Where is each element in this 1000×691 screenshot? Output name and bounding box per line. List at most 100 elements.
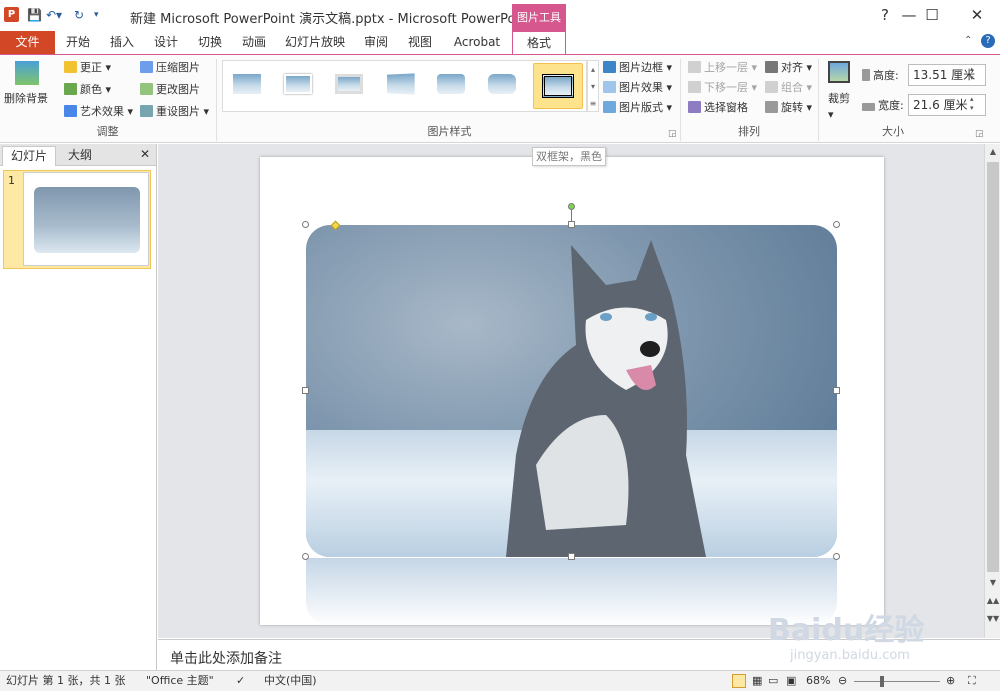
spell-check-icon[interactable]: ✓ <box>236 673 245 689</box>
height-spinner-icon[interactable]: ▴ ▾ <box>970 65 974 83</box>
zoom-in-icon[interactable]: ⊕ <box>946 673 955 689</box>
slide-thumbnail[interactable] <box>23 172 149 266</box>
width-label: 宽度: <box>862 98 904 114</box>
selection-pane-button[interactable]: 选择窗格 <box>688 100 748 116</box>
width-icon <box>862 103 875 111</box>
scroll-down-icon[interactable]: ▼ <box>986 578 1000 587</box>
zoom-slider-track[interactable] <box>854 681 940 682</box>
reset-picture-icon <box>140 105 153 117</box>
bring-forward-icon <box>688 61 701 73</box>
style-thumb[interactable] <box>484 69 520 99</box>
bring-forward-button[interactable]: 上移一层 ▾ <box>688 60 757 76</box>
baidu-watermark: Baidu经验 <box>768 613 925 648</box>
tab-outline[interactable]: 大纲 <box>60 146 100 166</box>
help-circle-icon[interactable]: ? <box>981 34 995 48</box>
send-backward-icon <box>688 81 701 93</box>
resize-handle-e[interactable] <box>833 387 840 394</box>
tab-acrobat[interactable]: Acrobat <box>448 31 506 54</box>
tab-slides[interactable]: 幻灯片 <box>2 146 57 166</box>
tab-home[interactable]: 开始 <box>58 31 98 54</box>
previous-slide-icon[interactable]: ▲▲ <box>986 596 1000 605</box>
maximize-icon[interactable]: ☐ <box>912 3 952 27</box>
style-tooltip: 双框架，黑色 <box>532 147 606 166</box>
notes-placeholder[interactable]: 单击此处添加备注 <box>170 648 282 668</box>
gallery-scroll[interactable]: ▴ ▾ ≡ <box>587 60 599 112</box>
style-thumb[interactable] <box>433 69 469 99</box>
compress-icon <box>140 61 153 73</box>
height-input[interactable]: 13.51 厘米 <box>908 64 986 86</box>
selection-pane-icon <box>688 101 701 113</box>
zoom-out-icon[interactable]: ⊖ <box>838 673 847 689</box>
style-thumb[interactable] <box>280 69 316 99</box>
zoom-level[interactable]: 68% <box>806 673 830 689</box>
save-icon[interactable]: 💾 <box>27 7 42 23</box>
dialog-launcher-icon[interactable]: ◲ <box>668 129 677 139</box>
rotate-icon <box>765 101 778 113</box>
rotation-handle[interactable] <box>568 203 575 210</box>
powerpoint-app-icon[interactable]: P <box>4 7 19 22</box>
tab-file[interactable]: 文件 <box>0 31 55 54</box>
resize-handle-s[interactable] <box>568 553 575 560</box>
tab-slideshow[interactable]: 幻灯片放映 <box>282 31 348 54</box>
width-spinner-icon[interactable]: ▴ ▾ <box>970 95 974 113</box>
vertical-scrollbar[interactable]: ▲ ▼ ▲▲ ▼▼ <box>984 144 1000 638</box>
zoom-slider-thumb[interactable] <box>880 676 884 687</box>
fit-to-window-icon[interactable]: ⛶ <box>968 673 976 689</box>
picture-styles-gallery[interactable] <box>222 60 587 112</box>
style-thumb[interactable] <box>382 69 418 99</box>
crop-button[interactable]: 裁剪 ▾ <box>828 91 850 123</box>
scroll-thumb[interactable] <box>987 162 999 572</box>
redo-icon[interactable]: ↻ <box>74 7 84 23</box>
tab-review[interactable]: 审阅 <box>356 31 396 54</box>
size-dialog-launcher-icon[interactable]: ◲ <box>975 129 984 139</box>
picture-effects-button[interactable]: 图片效果 ▾ <box>603 80 672 96</box>
sun-icon <box>64 61 77 73</box>
tab-design[interactable]: 设计 <box>146 31 186 54</box>
normal-view-icon[interactable] <box>732 674 746 688</box>
picture-layout-button[interactable]: 图片版式 ▾ <box>603 100 672 116</box>
picture-border-icon <box>603 61 616 73</box>
language-status[interactable]: 中文(中国) <box>264 673 317 689</box>
tab-animations[interactable]: 动画 <box>234 31 274 54</box>
resize-handle-nw[interactable] <box>302 221 309 228</box>
resize-handle-n[interactable] <box>568 221 575 228</box>
corrections-button[interactable]: 更正 ▾ <box>64 60 111 76</box>
style-thumb[interactable] <box>229 69 265 99</box>
send-backward-button[interactable]: 下移一层 ▾ <box>688 80 757 96</box>
style-thumb[interactable] <box>331 69 367 99</box>
husky-picture[interactable] <box>306 225 837 557</box>
qat-customize-icon[interactable]: ▾ <box>94 7 99 23</box>
resize-handle-sw[interactable] <box>302 553 309 560</box>
ribbon-tabs: 文件 开始 插入 设计 切换 动画 幻灯片放映 审阅 视图 Acrobat 格式… <box>0 31 1000 55</box>
picture-border-button[interactable]: 图片边框 ▾ <box>603 60 672 76</box>
tab-format[interactable]: 格式 <box>512 31 566 55</box>
slideshow-view-icon[interactable]: ▣ <box>786 673 796 689</box>
remove-background-button[interactable]: 删除背景 <box>4 91 48 107</box>
undo-icon[interactable]: ↶▾ <box>46 7 62 23</box>
width-input[interactable]: 21.6 厘米 <box>908 94 986 116</box>
theme-name: "Office 主题" <box>146 674 214 687</box>
collapse-ribbon-icon[interactable]: ⌃ <box>964 35 972 46</box>
group-button[interactable]: 组合 ▾ <box>765 80 812 96</box>
resize-handle-se[interactable] <box>833 553 840 560</box>
tab-insert[interactable]: 插入 <box>102 31 142 54</box>
style-thumb-double-frame-black[interactable] <box>533 63 583 109</box>
color-button[interactable]: 颜色 ▾ <box>64 82 111 98</box>
artistic-effects-button[interactable]: 艺术效果 ▾ <box>64 104 133 120</box>
scroll-up-icon[interactable]: ▲ <box>986 147 1000 156</box>
next-slide-icon[interactable]: ▼▼ <box>986 614 1000 623</box>
tab-transitions[interactable]: 切换 <box>190 31 230 54</box>
change-picture-button[interactable]: 更改图片 <box>140 82 200 98</box>
close-icon[interactable]: ✕ <box>957 3 997 27</box>
watermark-url: jingyan.baidu.com <box>790 648 910 663</box>
align-button[interactable]: 对齐 ▾ <box>765 60 812 76</box>
rotate-button[interactable]: 旋转 ▾ <box>765 100 812 116</box>
reading-view-icon[interactable]: ▭ <box>768 673 778 689</box>
resize-handle-w[interactable] <box>302 387 309 394</box>
slide-sorter-icon[interactable]: ▦ <box>752 673 762 689</box>
tab-view[interactable]: 视图 <box>400 31 440 54</box>
reset-picture-button[interactable]: 重设图片 ▾ <box>140 104 209 120</box>
resize-handle-ne[interactable] <box>833 221 840 228</box>
compress-pictures-button[interactable]: 压缩图片 <box>140 60 200 76</box>
panel-close-icon[interactable]: ✕ <box>140 147 150 161</box>
